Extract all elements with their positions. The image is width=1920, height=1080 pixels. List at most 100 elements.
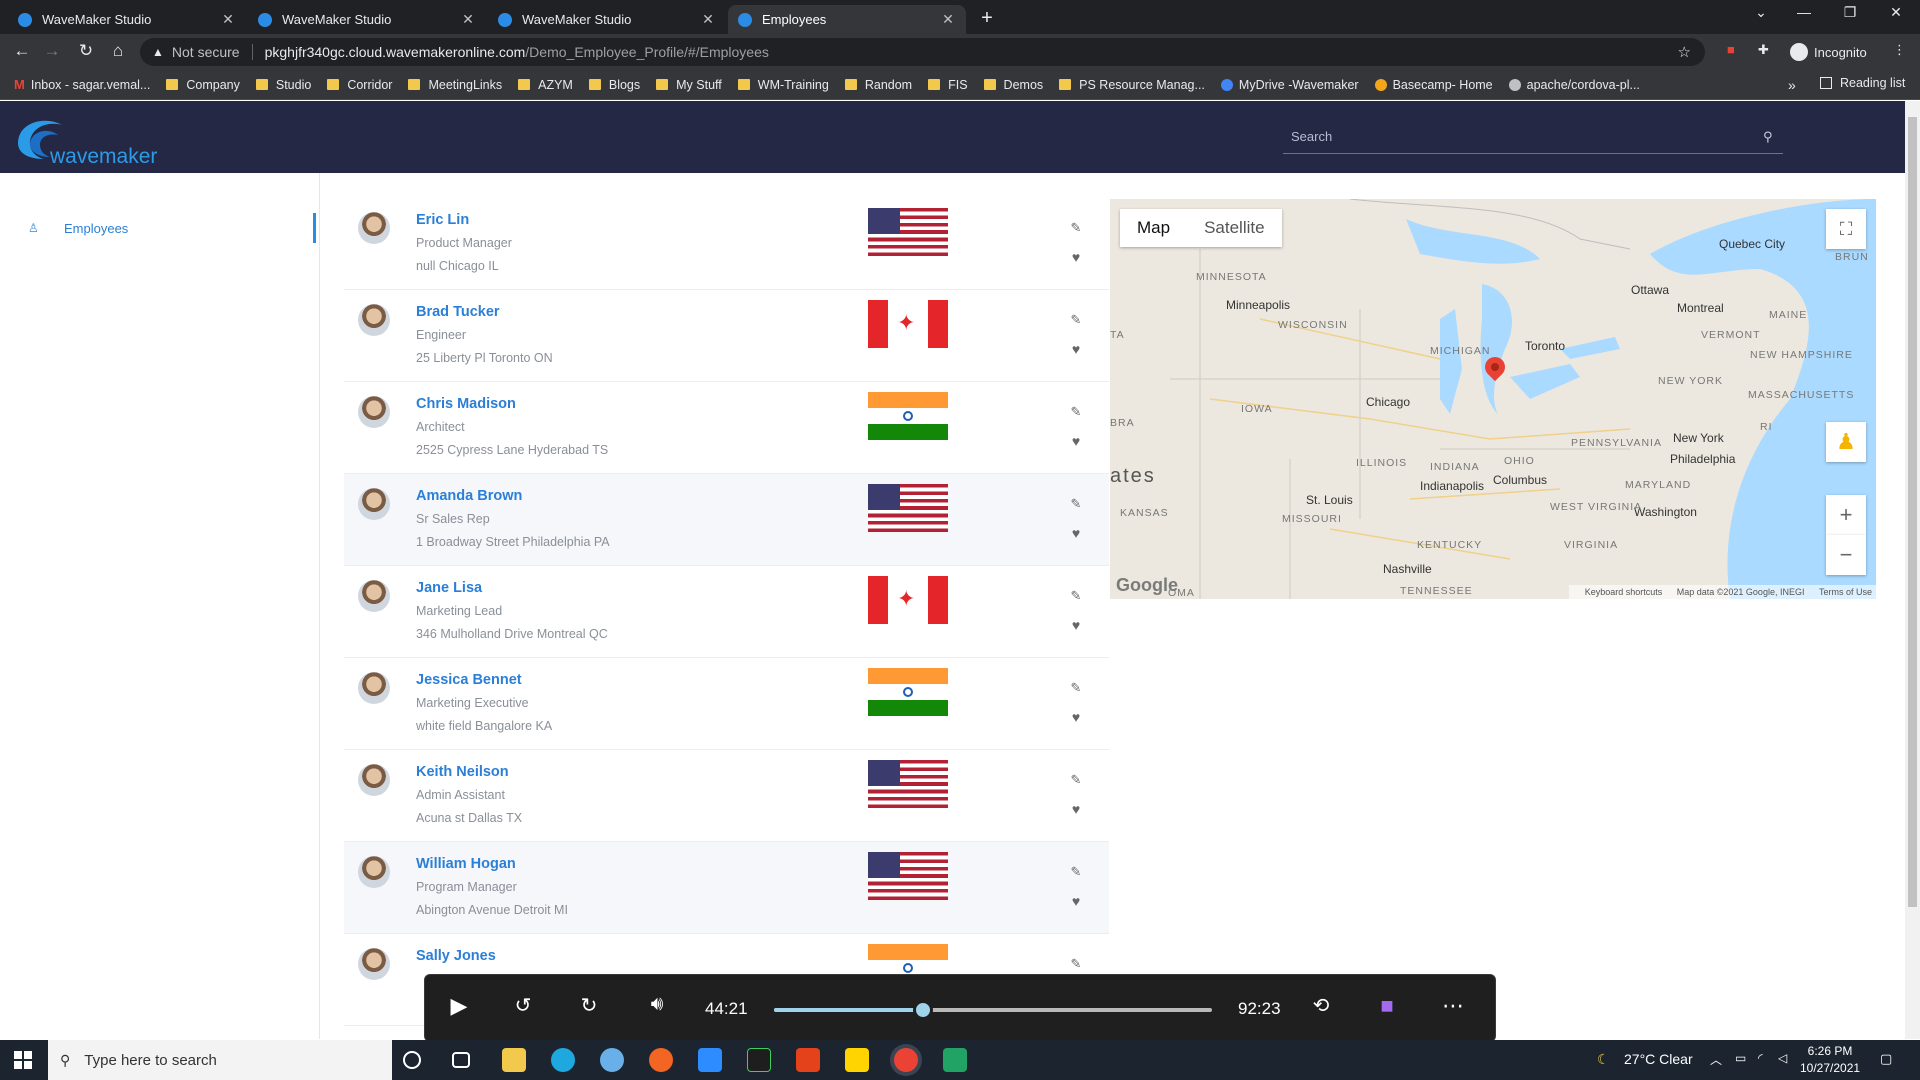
- edit-icon[interactable]: ✎: [1066, 772, 1086, 788]
- browser-tab[interactable]: WaveMaker Studio ✕: [8, 5, 246, 34]
- bookmark-item[interactable]: WM-Training: [737, 78, 829, 92]
- list-item[interactable]: Jessica Bennet Marketing Executive white…: [344, 658, 1109, 750]
- edit-icon[interactable]: ✎: [1066, 496, 1086, 512]
- app-icon[interactable]: [600, 1048, 624, 1072]
- search-input[interactable]: [1283, 129, 1763, 144]
- browser-tab[interactable]: WaveMaker Studio ✕: [248, 5, 486, 34]
- bookmark-item[interactable]: Studio: [255, 78, 311, 92]
- sidebar-item-employees[interactable]: ♙ Employees: [18, 213, 316, 243]
- volume-icon[interactable]: ◁: [1778, 1051, 1787, 1065]
- bookmark-item[interactable]: MeetingLinks: [408, 78, 502, 92]
- file-explorer-icon[interactable]: [502, 1048, 526, 1072]
- address-bar[interactable]: ▲ Not secure pkghjfr340gc.cloud.wavemake…: [140, 38, 1705, 66]
- new-tab-icon[interactable]: +: [975, 7, 999, 30]
- bookmark-item[interactable]: My Stuff: [656, 78, 722, 92]
- employee-name[interactable]: Brad Tucker: [416, 304, 500, 320]
- extensions-puzzle-icon[interactable]: ✚: [1758, 42, 1769, 58]
- reading-list[interactable]: Reading list: [1820, 76, 1905, 90]
- more-bookmarks-icon[interactable]: »: [1788, 77, 1796, 93]
- forward-icon[interactable]: →: [40, 41, 64, 61]
- task-view-icon[interactable]: [452, 1052, 470, 1068]
- zoom-out-icon[interactable]: −: [1826, 535, 1866, 575]
- bookmark-item[interactable]: AZYM: [518, 78, 573, 92]
- close-tab-icon[interactable]: ✕: [940, 11, 956, 28]
- bookmark-item[interactable]: Random: [844, 78, 912, 92]
- bookmark-item[interactable]: Basecamp- Home: [1374, 78, 1493, 92]
- bookmark-item[interactable]: M Inbox - sagar.vemal...: [14, 77, 150, 92]
- employee-name[interactable]: Keith Neilson: [416, 764, 509, 780]
- map-type-map[interactable]: Map: [1120, 209, 1187, 247]
- browser-tab[interactable]: WaveMaker Studio ✕: [488, 5, 726, 34]
- bookmark-item[interactable]: FIS: [928, 78, 968, 92]
- edit-icon[interactable]: ✎: [1066, 404, 1086, 420]
- bookmark-item[interactable]: apache/cordova-pl...: [1508, 78, 1640, 92]
- pegman-icon[interactable]: ♟: [1826, 422, 1866, 462]
- play-icon[interactable]: ▶: [441, 993, 477, 1019]
- battery-icon[interactable]: ▭: [1735, 1051, 1746, 1065]
- extension-icon[interactable]: ■: [1727, 42, 1735, 57]
- app-search[interactable]: ⚲: [1283, 120, 1783, 154]
- reload-icon[interactable]: ↻: [74, 41, 98, 61]
- repeat-off-icon[interactable]: ⟲: [1303, 993, 1339, 1018]
- list-item[interactable]: Amanda Brown Sr Sales Rep 1 Broadway Str…: [344, 474, 1109, 566]
- page-scrollbar[interactable]: [1905, 101, 1920, 1039]
- heart-icon[interactable]: ♥: [1066, 801, 1086, 817]
- google-map[interactable]: Map Satellite ⛶ ♟ + − MINNESOTA Minneapo…: [1110, 199, 1876, 599]
- chrome-icon[interactable]: [894, 1048, 918, 1072]
- zoom-icon[interactable]: [698, 1048, 722, 1072]
- scrollbar-thumb[interactable]: [1908, 117, 1917, 907]
- employee-name[interactable]: Chris Madison: [416, 396, 516, 412]
- restore-icon[interactable]: ❐: [1830, 4, 1870, 21]
- list-item[interactable]: Eric Lin Product Manager null Chicago IL…: [344, 198, 1109, 290]
- skip-forward-30-icon[interactable]: ↻: [571, 993, 607, 1018]
- taskbar-search[interactable]: ⚲ Type here to search: [48, 1040, 392, 1080]
- seek-handle[interactable]: [912, 1000, 933, 1020]
- more-options-icon[interactable]: ⋯: [1435, 993, 1471, 1019]
- security-label[interactable]: Not secure: [172, 44, 240, 60]
- tab-search-icon[interactable]: ⌄: [1741, 4, 1781, 21]
- bookmark-item[interactable]: Company: [166, 78, 240, 92]
- incognito-badge[interactable]: Incognito: [1790, 39, 1867, 65]
- close-tab-icon[interactable]: ✕: [700, 11, 716, 28]
- sticky-notes-icon[interactable]: [845, 1048, 869, 1072]
- bookmark-item[interactable]: Corridor: [327, 78, 392, 92]
- heart-icon[interactable]: ♥: [1066, 341, 1086, 357]
- home-icon[interactable]: ⌂: [106, 41, 130, 61]
- heart-icon[interactable]: ♥: [1066, 249, 1086, 265]
- edit-icon[interactable]: ✎: [1066, 864, 1086, 880]
- employee-name[interactable]: Amanda Brown: [416, 488, 522, 504]
- employee-name[interactable]: William Hogan: [416, 856, 516, 872]
- edge-icon[interactable]: [551, 1048, 575, 1072]
- excel-icon[interactable]: [943, 1048, 967, 1072]
- browser-tab-active[interactable]: Employees ✕: [728, 5, 966, 34]
- fullscreen-icon[interactable]: ⛶: [1826, 209, 1866, 249]
- bookmark-item[interactable]: Demos: [983, 78, 1043, 92]
- list-item[interactable]: Chris Madison Architect 2525 Cypress Lan…: [344, 382, 1109, 474]
- cortana-icon[interactable]: [403, 1051, 421, 1069]
- clip-icon[interactable]: ■: [1369, 993, 1405, 1019]
- employee-name[interactable]: Jessica Bennet: [416, 672, 522, 688]
- weather-text[interactable]: 27°C Clear: [1624, 1051, 1693, 1067]
- wifi-icon[interactable]: ◜: [1758, 1051, 1763, 1065]
- close-window-icon[interactable]: ✕: [1876, 4, 1916, 21]
- office-icon[interactable]: [796, 1048, 820, 1072]
- minimize-icon[interactable]: —: [1784, 4, 1824, 20]
- zoom-in-icon[interactable]: +: [1826, 495, 1866, 535]
- back-icon[interactable]: ←: [10, 41, 34, 61]
- heart-icon[interactable]: ♥: [1066, 617, 1086, 633]
- bookmark-star-icon[interactable]: ☆: [1678, 43, 1691, 61]
- heart-icon[interactable]: ♥: [1066, 525, 1086, 541]
- seek-bar[interactable]: [774, 1000, 1212, 1020]
- app-icon[interactable]: [747, 1048, 771, 1072]
- notifications-icon[interactable]: ▢: [1880, 1051, 1892, 1067]
- employee-name[interactable]: Jane Lisa: [416, 580, 482, 596]
- windows-start-icon[interactable]: [14, 1051, 32, 1069]
- employee-name[interactable]: Sally Jones: [416, 948, 496, 964]
- volume-icon[interactable]: 🔊︎: [639, 993, 675, 1016]
- map-type-satellite[interactable]: Satellite: [1187, 209, 1281, 247]
- google-logo[interactable]: Google: [1116, 575, 1178, 596]
- list-item[interactable]: Keith Neilson Admin Assistant Acuna st D…: [344, 750, 1109, 842]
- list-item[interactable]: Brad Tucker Engineer 25 Liberty Pl Toron…: [344, 290, 1109, 382]
- search-icon[interactable]: ⚲: [1763, 129, 1783, 145]
- heart-icon[interactable]: ♥: [1066, 709, 1086, 725]
